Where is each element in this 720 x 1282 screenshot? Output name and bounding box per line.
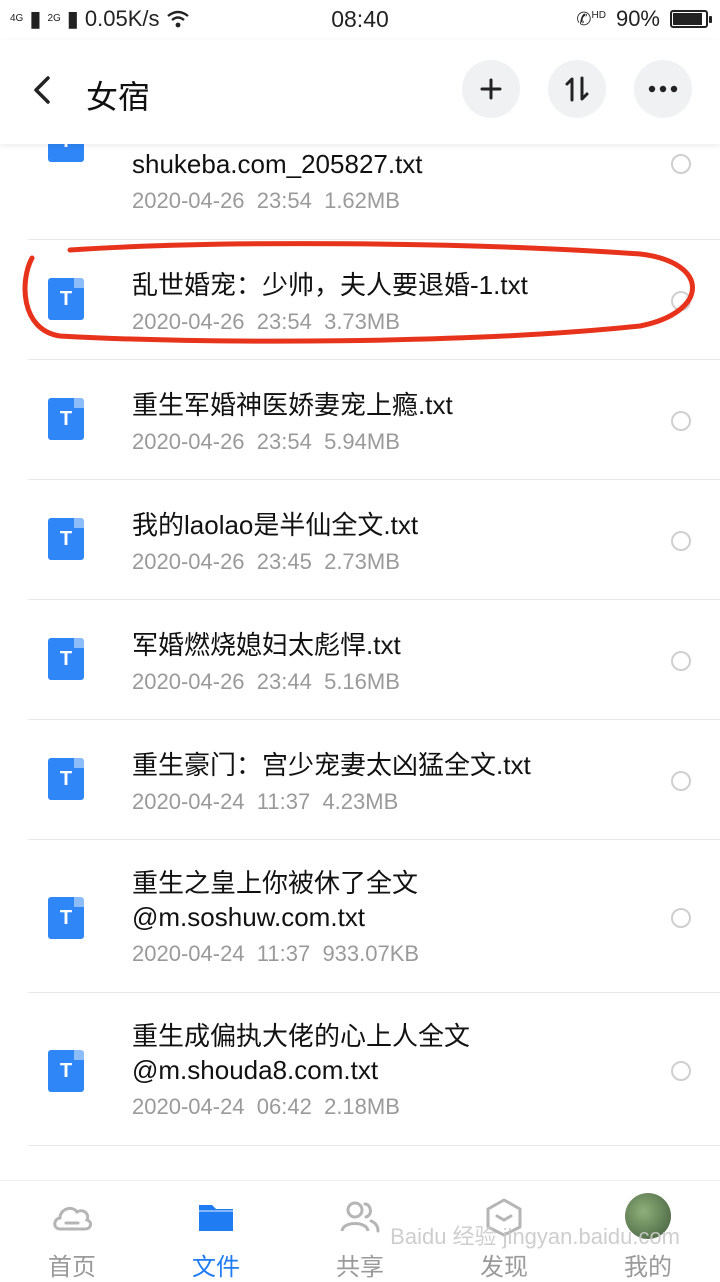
tab-label: 发现: [480, 1254, 528, 1281]
file-list: T shukeba.com_205827.txt 2020-04-26 23:5…: [0, 120, 720, 1180]
tab-label: 共享: [336, 1254, 384, 1281]
file-row[interactable]: T 重生之皇上你被休了全文 @m.soshuw.com.txt 2020-04-…: [0, 840, 720, 993]
file-name-line2: @m.shouda8.com.txt: [132, 1055, 379, 1085]
plus-icon: [480, 78, 502, 100]
bottom-tab-bar: 首页 文件 共享 发现 我的 Baidu 经验 jingyan.baidu.co…: [0, 1180, 720, 1281]
file-meta: 2020-04-26 23:54 5.94MB: [132, 429, 400, 454]
file-row[interactable]: T 军婚燃烧媳妇太彪悍.txt 2020-04-26 23:44 5.16MB: [0, 600, 720, 720]
txt-file-icon: T: [48, 398, 84, 440]
watermark: Baidu 经验 jingyan.baidu.com: [390, 1224, 680, 1249]
select-radio[interactable]: [671, 531, 691, 551]
tab-label: 我的: [624, 1254, 672, 1281]
file-name: 军婚燃烧媳妇太彪悍.txt: [132, 630, 401, 660]
txt-file-icon: T: [48, 758, 84, 800]
file-name-line2: @m.soshuw.com.txt: [132, 902, 366, 932]
cloud-icon: [53, 1206, 93, 1231]
file-name-line1: 重生成偏执大佬的心上人全文: [132, 1021, 471, 1051]
tab-home[interactable]: 首页: [0, 1181, 144, 1281]
file-name: 我的laolao是半仙全文.txt: [132, 510, 419, 540]
file-row[interactable]: T 重生军婚神医娇妻宠上瘾.txt 2020-04-26 23:54 5.94M…: [0, 360, 720, 480]
add-button[interactable]: [462, 60, 520, 118]
back-icon[interactable]: [30, 70, 54, 117]
select-radio[interactable]: [671, 651, 691, 671]
select-radio[interactable]: [671, 154, 691, 174]
select-radio[interactable]: [671, 771, 691, 791]
tab-files[interactable]: 文件: [144, 1181, 288, 1281]
sort-button[interactable]: [548, 60, 606, 118]
page-title: 女宿: [86, 79, 151, 115]
file-row[interactable]: T 我的laolao是半仙全文.txt 2020-04-26 23:45 2.7…: [0, 480, 720, 600]
folder-icon: [199, 1205, 233, 1231]
file-meta: 2020-04-26 23:45 2.73MB: [132, 549, 400, 574]
call-hd-icon: ✆HD: [576, 8, 606, 29]
file-meta: 2020-04-24 11:37 933.07KB: [132, 941, 420, 966]
users-icon: [340, 1201, 380, 1233]
status-bar: 4G ▮ 2G ▮ 0.05K/s 08:40 ✆HD 90%: [0, 0, 720, 40]
file-row[interactable]: T 重生豪门：宫少宠妻太凶猛全文.txt 2020-04-24 11:37 4.…: [0, 720, 720, 840]
status-right: ✆HD 90%: [576, 6, 712, 32]
battery-fill: [673, 13, 702, 25]
file-name: 重生军婚神医娇妻宠上瘾.txt: [132, 390, 453, 420]
more-icon: [648, 85, 678, 93]
highlight-annotation: [22, 241, 695, 344]
txt-file-icon: T: [48, 1050, 84, 1092]
txt-file-icon: T: [48, 638, 84, 680]
select-radio[interactable]: [671, 411, 691, 431]
file-name-line1: 重生之皇上你被休了全文: [132, 868, 419, 898]
file-meta: 2020-04-26 23:44 5.16MB: [132, 669, 400, 694]
file-meta: 2020-04-26 23:54 1.62MB: [132, 188, 400, 213]
file-name: 重生豪门：宫少宠妻太凶猛全文.txt: [132, 750, 531, 780]
more-button[interactable]: [634, 60, 692, 118]
file-meta: 2020-04-24 06:42 2.18MB: [132, 1094, 400, 1119]
file-name: shukeba.com_205827.txt: [132, 149, 423, 179]
sort-icon: [565, 76, 589, 102]
tab-label: 首页: [48, 1254, 96, 1281]
battery-icon: [670, 10, 712, 28]
file-meta: 2020-04-24 11:37 4.23MB: [132, 789, 399, 814]
app-header: 女宿: [0, 40, 720, 144]
txt-file-icon: T: [48, 897, 84, 939]
select-radio[interactable]: [671, 1061, 691, 1081]
txt-file-icon: T: [48, 518, 84, 560]
select-radio[interactable]: [671, 908, 691, 928]
tab-label: 文件: [192, 1254, 240, 1281]
file-row[interactable]: T 重生成偏执大佬的心上人全文 @m.shouda8.com.txt 2020-…: [0, 993, 720, 1146]
battery-percent: 90%: [615, 6, 660, 31]
file-row-partial[interactable]: T: [0, 1146, 720, 1180]
